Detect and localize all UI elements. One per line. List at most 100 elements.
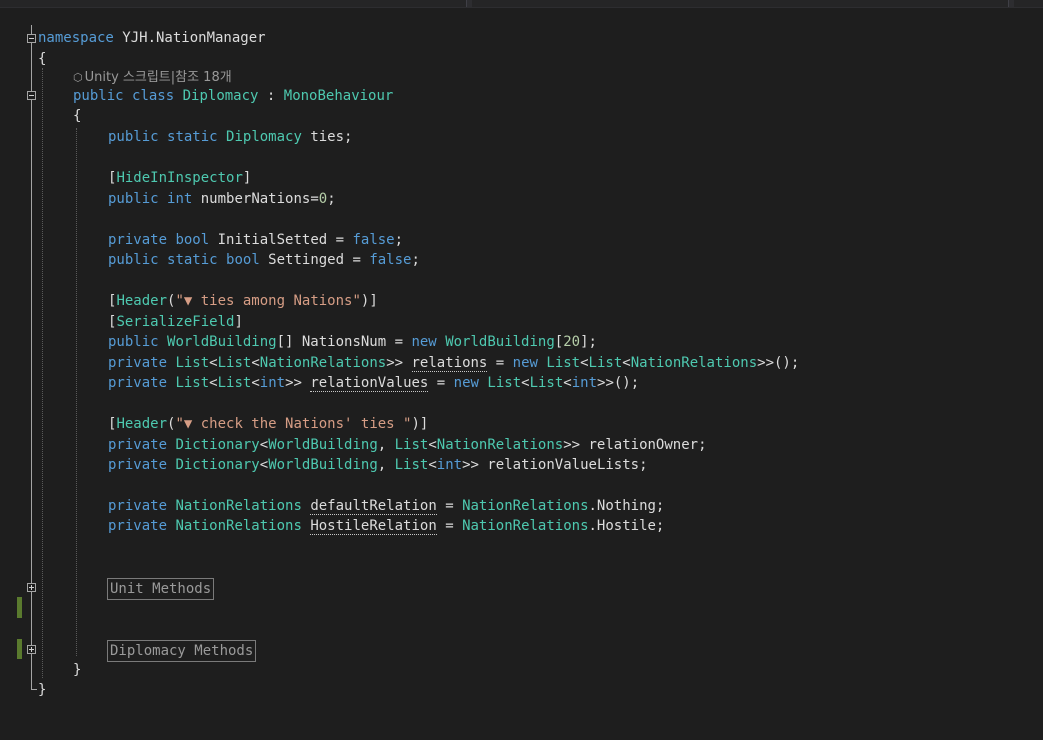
punct: )]: [411, 416, 429, 432]
punct: ,: [377, 437, 395, 453]
punct: <: [251, 355, 260, 371]
brace: }: [38, 682, 47, 698]
punct: ];: [580, 334, 597, 350]
punct: <: [209, 355, 218, 371]
keyword: public: [108, 334, 159, 350]
punct: ;: [411, 252, 420, 268]
punct: ;: [394, 232, 404, 248]
keyword: public: [108, 252, 159, 268]
code-line: public static Diplomacy ties;: [0, 127, 1043, 147]
code-line: Diplomacy Methods: [0, 640, 1043, 662]
type: WorldBuilding: [268, 437, 378, 453]
code-line: [Header("▼ check the Nations' ties ")]: [0, 414, 1043, 434]
keyword: namespace: [38, 30, 114, 46]
navigation-dropdown-right[interactable]: [1014, 0, 1043, 7]
code-line: }: [0, 680, 1043, 700]
code-line: {: [0, 49, 1043, 69]
code-line: [HideInInspector]: [0, 168, 1043, 188]
code-line: }: [0, 660, 1043, 680]
punct: <: [563, 375, 572, 391]
type: WorldBuilding: [167, 334, 277, 350]
code-line: namespace YJH.NationManager: [0, 28, 1043, 48]
punct: <: [521, 375, 530, 391]
collapsed-region-diplomacy-methods[interactable]: Diplomacy Methods: [107, 640, 257, 662]
number: 0: [318, 191, 328, 207]
identifier: .Nothing;: [588, 498, 665, 514]
editor-tab[interactable]: [0, 0, 467, 7]
type: NationRelations: [175, 518, 302, 534]
keyword: int: [571, 375, 598, 391]
type: NationRelations: [175, 498, 302, 514]
code-editor[interactable]: namespace YJH.NationManager { ⬡ Unity 스크립…: [0, 8, 1043, 706]
keyword: new: [512, 355, 538, 371]
punct: <: [580, 355, 589, 371]
keyword: bool: [175, 232, 210, 248]
identifier: InitialSetted =: [209, 232, 353, 248]
code-line: Unit Methods: [0, 578, 1043, 600]
keyword: int: [167, 191, 193, 207]
code-line: private Dictionary<WorldBuilding, List<i…: [0, 455, 1043, 475]
type: WorldBuilding: [445, 334, 555, 350]
type: List: [394, 437, 429, 453]
keyword: private: [108, 437, 168, 453]
type: NationRelations: [259, 355, 387, 371]
code-line: private Dictionary<WorldBuilding, List<N…: [0, 435, 1043, 455]
identifier: >> relationOwner;: [563, 437, 707, 453]
punct: :: [258, 88, 284, 104]
type: List: [588, 355, 623, 371]
identifier: HostileRelation: [310, 518, 437, 535]
navigation-dropdown[interactable]: [472, 0, 1009, 7]
type: List: [529, 375, 564, 391]
punct: <: [259, 437, 269, 453]
code-line: [SerializeField]: [0, 312, 1043, 332]
attribute: HideInInspector: [116, 170, 243, 186]
punct: ]: [234, 314, 243, 330]
code-line: public int numberNations=0;: [0, 189, 1043, 209]
keyword: static: [167, 252, 218, 268]
type: NationRelations: [462, 518, 589, 534]
code-line: private NationRelations HostileRelation …: [0, 516, 1043, 536]
attribute: Header: [116, 293, 168, 309]
attribute: Header: [116, 416, 168, 432]
identifier: numberNations=: [192, 191, 319, 207]
punct: =: [436, 518, 463, 534]
identifier: [] NationsNum =: [276, 334, 412, 350]
type: NationRelations: [630, 355, 758, 371]
keyword: bool: [226, 252, 260, 268]
punct: >>: [386, 355, 412, 371]
keyword: public: [108, 191, 159, 207]
codelens-text[interactable]: Unity 스크립트|참조 18개: [85, 70, 232, 85]
type: List: [394, 457, 429, 473]
punct: ;: [327, 191, 336, 207]
code-line: public WorldBuilding[] NationsNum = new …: [0, 332, 1043, 352]
punct: >>: [285, 375, 311, 391]
type: Dictionary: [175, 457, 260, 473]
keyword: public: [73, 88, 124, 104]
keyword: int: [436, 457, 463, 473]
identifier: ties;: [301, 129, 353, 145]
collapsed-region-unit-methods[interactable]: Unit Methods: [107, 578, 215, 600]
punct: >>();: [597, 375, 640, 391]
keyword: private: [108, 518, 168, 534]
code-line: public static bool Settinged = false;: [0, 250, 1043, 270]
code-line: private bool InitialSetted = false;: [0, 230, 1043, 250]
punct: ,: [377, 457, 395, 473]
keyword: new: [453, 375, 479, 391]
punct: =: [428, 375, 454, 391]
codelens[interactable]: ⬡ Unity 스크립트|참조 18개: [0, 68, 1043, 88]
keyword: private: [108, 232, 168, 248]
punct: <: [428, 437, 437, 453]
brace: {: [38, 51, 47, 67]
type: List: [217, 355, 252, 371]
type: WorldBuilding: [268, 457, 378, 473]
code-line: private List<List<int>> relationValues =…: [0, 373, 1043, 393]
unity-cube-icon: ⬡: [73, 71, 83, 84]
identifier: YJH.NationManager: [113, 30, 266, 46]
punct: =: [436, 498, 463, 514]
type: NationRelations: [436, 437, 564, 453]
brace: {: [73, 108, 82, 124]
code-line: private List<List<NationRelations>> rela…: [0, 353, 1043, 373]
type: List: [546, 355, 581, 371]
type: List: [175, 375, 210, 391]
punct: [: [554, 334, 564, 350]
